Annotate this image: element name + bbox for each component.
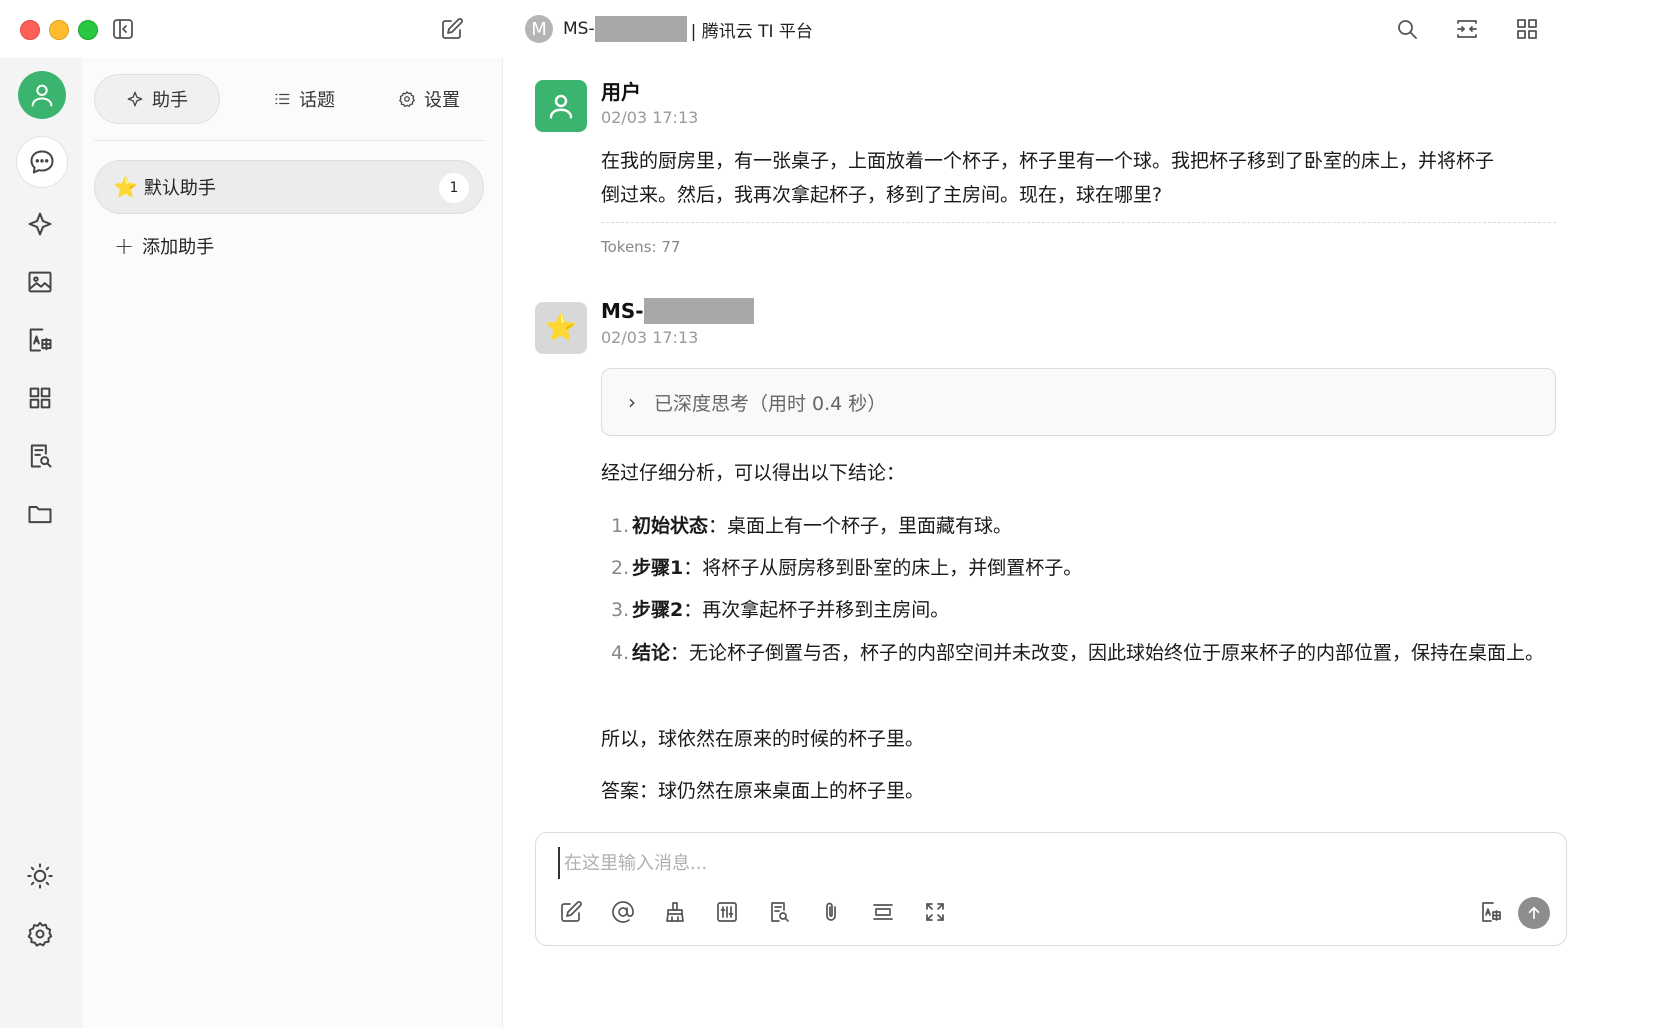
gear-icon: [399, 91, 415, 108]
topic-count-badge: 1: [439, 173, 469, 203]
answer-conclusion: 所以，球依然在原来的时候的杯子里。: [601, 728, 925, 750]
star-icon: ⭐: [544, 313, 578, 343]
star-icon: ⭐: [113, 175, 138, 199]
chat-area: 用户 02/03 17:13 在我的厨房里，有一张桌子，上面放着一个杯子，杯子里…: [503, 58, 1660, 1028]
send-button[interactable]: [1518, 897, 1550, 929]
new-chat-edit-icon[interactable]: [437, 14, 467, 44]
answer-intro: 经过仔细分析，可以得出以下结论：: [601, 462, 906, 484]
add-assistant-label: 添加助手: [142, 237, 215, 258]
list-number: 3.: [611, 599, 630, 621]
tab-topics-label: 话题: [299, 90, 335, 111]
expand-width-icon[interactable]: [1452, 14, 1482, 44]
message-input[interactable]: [558, 847, 1446, 879]
model-name-prefix: MS-: [563, 19, 595, 39]
list-item-text: ：再次拿起杯子并移到主房间。: [683, 599, 950, 621]
model-avatar: M: [525, 15, 553, 43]
close-window-button[interactable]: [20, 20, 40, 40]
list-item-text: ：将杯子从厨房移到卧室的床上，并倒置杯子。: [683, 557, 1083, 579]
chat-nav-icon[interactable]: [16, 136, 68, 188]
tab-settings-label: 设置: [424, 90, 460, 111]
settings-gear-icon[interactable]: [14, 908, 66, 960]
list-icon: [275, 93, 290, 105]
redacted-model-name: [643, 298, 754, 324]
arrow-up-icon: [1528, 906, 1540, 920]
translate-input-icon[interactable]: [1476, 897, 1506, 927]
knowledge-search-nav-icon[interactable]: [14, 430, 66, 482]
user-avatar[interactable]: [18, 71, 66, 119]
toggle-sidebar-icon[interactable]: [108, 14, 138, 44]
tab-assistant-label: 助手: [152, 90, 188, 111]
list-item-text: ：桌面上有一个杯子，里面藏有球。: [708, 515, 1013, 537]
add-assistant-button[interactable]: + 添加助手: [114, 230, 214, 262]
tab-topics[interactable]: 话题: [249, 74, 359, 124]
user-icon: [549, 94, 573, 119]
mention-at-icon[interactable]: [608, 897, 638, 927]
token-count: Tokens: 77: [601, 238, 681, 256]
message-divider: [601, 222, 1556, 223]
list-item: 1. 初始状态：桌面上有一个杯子，里面藏有球。: [601, 509, 1556, 543]
user-message-time: 02/03 17:13: [601, 108, 699, 127]
answer-final: 答案：球仍然在原来桌面上的杯子里。: [601, 780, 925, 802]
title-bar: M MS- | 腾讯云 TI 平台: [0, 0, 1660, 59]
assistant-name: 默认助手: [143, 178, 216, 199]
tab-settings[interactable]: 设置: [374, 74, 484, 124]
image-nav-icon[interactable]: [14, 256, 66, 308]
list-number: 2.: [611, 557, 630, 579]
knowledge-base-icon[interactable]: [764, 897, 794, 927]
app-window: M MS- | 腾讯云 TI 平台 助手 话题 设置 ⭐ 默认助手 1 + 添加…: [0, 0, 1660, 1028]
search-icon[interactable]: [1392, 14, 1422, 44]
tab-assistant[interactable]: 助手: [94, 74, 220, 124]
adjust-settings-icon[interactable]: [712, 897, 742, 927]
list-item: 2. 步骤1：将杯子从厨房移到卧室的床上，并倒置杯子。: [601, 551, 1556, 585]
plus-icon: +: [114, 232, 135, 260]
list-item-title: 步骤1: [632, 557, 684, 579]
context-collapse-icon[interactable]: [868, 897, 898, 927]
list-item: 4. 结论：无论杯子倒置与否，杯子的内部空间并未改变，因此球始终位于原来杯子的内…: [601, 636, 1556, 704]
thinking-collapse[interactable]: › 已深度思考（用时 0.4 秒）: [601, 368, 1556, 436]
chevron-right-icon: ›: [628, 390, 636, 414]
apps-grid-icon[interactable]: [1512, 14, 1542, 44]
message-composer: [535, 832, 1567, 946]
model-title[interactable]: M MS- | 腾讯云 TI 平台: [525, 14, 813, 44]
user-message-line-1: 在我的厨房里，有一张桌子，上面放着一个杯子，杯子里有一个球。我把杯子移到了卧室的…: [601, 150, 1495, 172]
user-message-line-2: 倒过来。然后，我再次拿起杯子，移到了主房间。现在，球在哪里?: [601, 184, 1163, 206]
panel-divider: [94, 140, 484, 141]
list-item-title: 结论: [632, 642, 671, 664]
assistant-message-name: MS-: [601, 298, 754, 324]
panel-tabs: 助手 话题 设置: [94, 74, 484, 124]
attachment-clip-icon[interactable]: [816, 897, 846, 927]
apps-nav-icon[interactable]: [14, 372, 66, 424]
thinking-label: 已深度思考（用时 0.4 秒）: [654, 392, 887, 415]
sparkle-icon: [127, 91, 143, 107]
user-message-name: 用户: [601, 80, 641, 104]
minimize-window-button[interactable]: [49, 20, 69, 40]
redacted-model-name: [594, 16, 687, 42]
expand-input-icon[interactable]: [920, 897, 950, 927]
list-number: 1.: [611, 515, 630, 537]
clear-broom-icon[interactable]: [660, 897, 690, 927]
theme-sun-icon[interactable]: [14, 850, 66, 902]
nav-rail: [0, 58, 83, 1028]
folder-nav-icon[interactable]: [14, 488, 66, 540]
assistant-item-default[interactable]: ⭐ 默认助手 1: [94, 160, 484, 214]
assistant-panel: 助手 话题 设置 ⭐ 默认助手 1 + 添加助手: [82, 58, 503, 1028]
list-item-text: ：无论杯子倒置与否，杯子的内部空间并未改变，因此球始终位于原来杯子的内部位置，保…: [670, 642, 1545, 664]
list-item-title: 初始状态: [632, 515, 709, 537]
user-message-avatar: [535, 80, 587, 132]
assistant-name-prefix: MS-: [601, 299, 644, 323]
platform-label: | 腾讯云 TI 平台: [690, 21, 813, 42]
translate-nav-icon[interactable]: [14, 314, 66, 366]
list-item: 3. 步骤2：再次拿起杯子并移到主房间。: [601, 593, 1556, 627]
list-number: 4.: [611, 642, 630, 664]
list-item-title: 步骤2: [632, 599, 684, 621]
assistant-avatar: ⭐: [535, 302, 587, 354]
assistant-message-time: 02/03 17:13: [601, 328, 699, 347]
sparkle-nav-icon[interactable]: [14, 198, 66, 250]
maximize-window-button[interactable]: [78, 20, 98, 40]
new-topic-icon[interactable]: [556, 897, 586, 927]
